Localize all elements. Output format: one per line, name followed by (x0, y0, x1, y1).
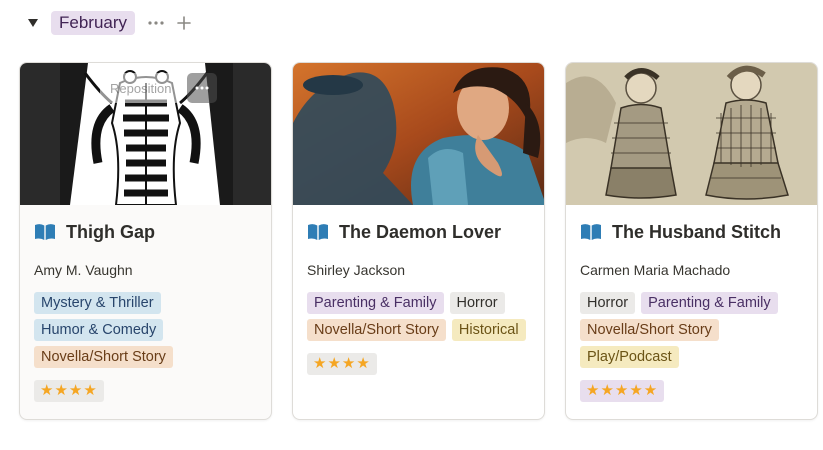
card-title: The Husband Stitch (612, 221, 782, 242)
tag: Novella/Short Story (34, 346, 173, 368)
plus-icon[interactable] (173, 12, 195, 34)
tag: Humor & Comedy (34, 319, 164, 341)
genre-tags: Mystery & Thriller Humor & Comedy Novell… (34, 292, 257, 368)
tag: Horror (580, 292, 636, 314)
reposition-button[interactable]: Reposition (100, 73, 182, 103)
tag: Historical (451, 319, 526, 341)
tag: Play/Podcast (580, 346, 679, 368)
tag: Parenting & Family (641, 292, 778, 314)
group-header: February (24, 10, 195, 36)
tag: Novella/Short Story (580, 319, 719, 341)
star-rating: ★★★★ (307, 353, 377, 375)
book-card[interactable]: The Husband Stitch Carmen Maria Machado … (565, 62, 818, 420)
tag: Novella/Short Story (307, 319, 446, 341)
ellipsis-icon[interactable] (187, 73, 218, 103)
tag: Parenting & Family (307, 292, 444, 314)
card-title: Thigh Gap (66, 221, 155, 242)
book-card[interactable]: Reposition Thigh Gap Amy M. Vaughn Myste… (19, 62, 272, 420)
book-card[interactable]: The Daemon Lover Shirley Jackson Parenti… (292, 62, 545, 420)
card-title-row: Thigh Gap (34, 219, 257, 245)
cover-image (293, 63, 544, 205)
triangle-down-icon[interactable] (24, 10, 42, 36)
open-book-icon (34, 223, 56, 241)
tag: Mystery & Thriller (34, 292, 161, 314)
star-rating: ★★★★ (34, 380, 104, 402)
board-view: February Reposition Thigh Gap Amy M. Vau… (0, 0, 823, 450)
tag: Horror (449, 292, 505, 314)
card-title: The Daemon Lover (339, 221, 502, 242)
author: Shirley Jackson (307, 262, 406, 278)
cover-image: Reposition (20, 63, 271, 205)
cover-image (566, 63, 817, 205)
genre-tags: Horror Parenting & Family Novella/Short … (580, 292, 803, 368)
open-book-icon (580, 223, 602, 241)
group-label[interactable]: February (51, 11, 136, 35)
genre-tags: Parenting & Family Horror Novella/Short … (307, 292, 530, 341)
cover-actions: Reposition (100, 73, 218, 103)
open-book-icon (307, 223, 329, 241)
card-title-row: The Daemon Lover (307, 219, 530, 245)
author: Amy M. Vaughn (34, 262, 133, 278)
author: Carmen Maria Machado (580, 262, 731, 278)
card-title-row: The Husband Stitch (580, 219, 803, 245)
ellipsis-icon[interactable] (145, 12, 167, 34)
star-rating: ★★★★★ (580, 380, 665, 402)
